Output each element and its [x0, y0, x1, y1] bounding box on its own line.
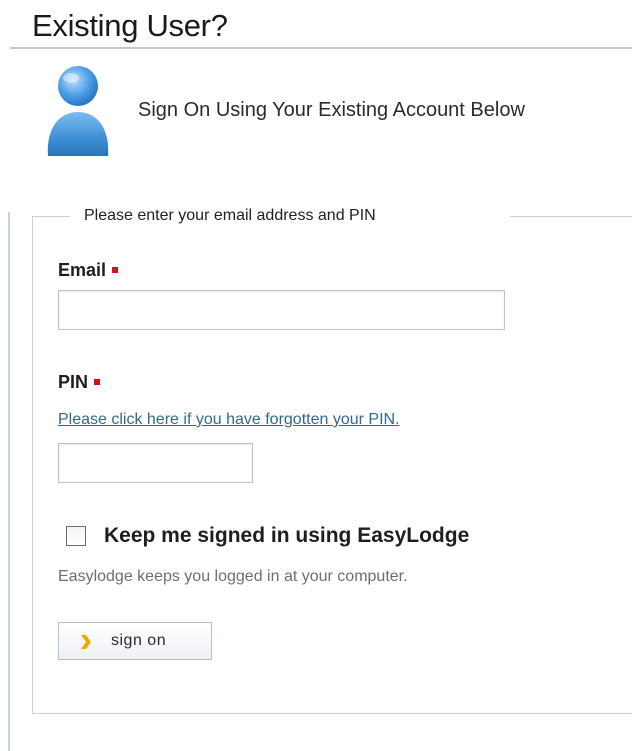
fieldset-legend: Please enter your email address and PIN [84, 207, 376, 224]
arrow-icon [81, 635, 91, 649]
page-title: Existing User? [32, 8, 228, 43]
keep-signed-in-label[interactable]: Keep me signed in using EasyLodge [104, 521, 469, 551]
required-marker [94, 379, 101, 386]
keep-signed-in-help: Easylodge keeps you logged in at your co… [58, 568, 408, 585]
pin-label: PIN [58, 370, 101, 394]
fieldset-border [510, 216, 632, 217]
sign-on-button[interactable]: sign on [58, 622, 212, 660]
required-marker [112, 267, 119, 274]
email-label: Email [58, 258, 119, 282]
sign-on-button-label: sign on [111, 632, 167, 649]
pin-label-text: PIN [58, 372, 89, 392]
title-divider [10, 47, 632, 49]
sign-on-instructions: Sign On Using Your Existing Account Belo… [138, 99, 525, 121]
sign-on-page: Existing User? Sign On Using Your Existi… [0, 0, 632, 751]
pin-field[interactable] [58, 443, 253, 483]
email-field[interactable] [58, 290, 505, 330]
fieldset-border [32, 216, 70, 217]
forgot-pin-link[interactable]: Please click here if you have forgotten … [58, 409, 400, 431]
email-label-text: Email [58, 260, 107, 280]
panel-divider [8, 212, 10, 751]
user-icon [47, 66, 109, 156]
keep-signed-in-checkbox[interactable] [66, 526, 86, 546]
